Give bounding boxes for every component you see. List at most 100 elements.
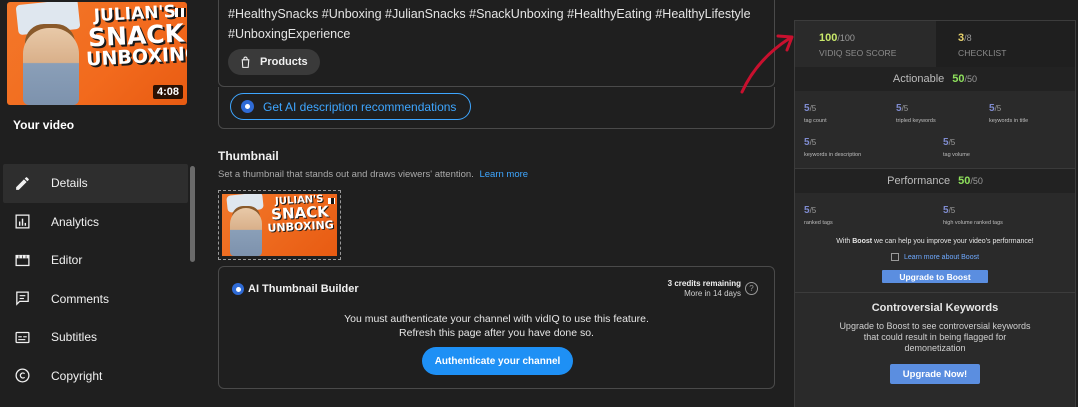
metric-label: keywords in description [804,152,862,158]
actionable-metrics: 5/5 tag count 5/5 tripled keywords 5/5 k… [795,91,1075,169]
actionable-label: Actionable [892,73,945,85]
metric-max: /5 [901,104,909,113]
metric-max: /5 [948,206,956,215]
metric-label: ranked tags [804,220,833,226]
checkered-flag-icon [175,8,186,17]
sidebar-item-subtitles[interactable]: Subtitles [0,318,188,357]
controversial-keywords-desc: Upgrade to Boost to see controversial ke… [839,321,1031,353]
metric-max: /5 [948,138,956,147]
metric-high-volume-ranked-tags: 5/5 high volume ranked tags [943,205,1003,226]
kid-image [230,208,262,256]
credits-refresh: More in 14 days [684,289,741,298]
duration-badge: 4:08 [152,85,183,99]
sidebar-item-label: Analytics [51,214,100,229]
credits-remaining: 3 credits remaining [667,279,741,288]
your-video-label: Your video [13,118,75,132]
learn-boost-link[interactable]: Learn more about Boost [795,253,1075,261]
products-label: Products [260,56,308,68]
tab-label: VIDIQ SEO SCORE [819,48,897,58]
description-box[interactable]: #HealthySnacks #Unboxing #JulianSnacks #… [218,0,775,87]
shopping-bag-icon [241,56,250,68]
learn-more-link[interactable]: Learn more [479,169,528,180]
products-button[interactable]: Products [228,49,320,75]
builder-title-text: AI Thumbnail Builder [248,283,359,295]
subtitles-icon [13,328,31,346]
sidebar-item-label: Comments [51,291,110,306]
description-hashtags[interactable]: #HealthySnacks #Unboxing #JulianSnacks #… [228,5,758,44]
checklist-value: 3/8 [958,32,1075,44]
ai-description-button[interactable]: Get AI description recommendations [230,93,472,120]
editor-icon [13,251,31,269]
thumbnail-image: JULIAN'S SNACK UNBOXING [222,194,337,256]
hashtags-line: #UnboxingExperience [228,26,351,41]
upgrade-to-boost-button[interactable]: Upgrade to Boost [882,270,988,283]
sidebar-item-comments[interactable]: Comments [0,280,188,319]
auth-message: You must authenticate your channel with … [219,312,774,340]
sidebar: JULIAN'S SNACK UNBOXING 4:08 Your video … [0,0,200,407]
thumbnail-title: JULIAN'S SNACK UNBOXING [265,194,335,235]
kid-image [23,28,79,105]
auth-message-line: You must authenticate your channel with … [344,313,649,325]
metric-max: /5 [994,104,1002,113]
boost-info: With Boost we can help you improve your … [795,238,1075,245]
metric-tag-count: 5/5 tag count [804,103,827,124]
ai-thumbnail-builder: AI Thumbnail Builder 3 credits remaining… [218,266,775,389]
thumbnail-title-line: UNBOXING [267,218,335,235]
performance-metrics: 5/5 ranked tags 5/5 high volume ranked t… [795,193,1075,227]
metric-tag-volume: 5/5 tag volume [943,137,970,158]
external-link-icon [890,253,899,261]
help-icon[interactable]: ? [745,282,758,295]
auth-message-line: Refresh this page after you have done so… [399,327,594,339]
performance-score-max: /50 [970,176,983,186]
actionable-header: Actionable 50/50 [795,67,1075,91]
selected-thumbnail[interactable]: JULIAN'S SNACK UNBOXING [218,190,341,260]
vidiq-tabs: 100/100 VIDIQ SEO SCORE 3/8 CHECKLIST [795,21,1075,67]
metric-label: tag volume [943,152,970,158]
video-thumbnail[interactable]: JULIAN'S SNACK UNBOXING 4:08 [7,2,187,105]
boost-info-bold: Boost [852,238,873,245]
sidebar-item-copyright[interactable]: Copyright [0,357,188,396]
sidebar-scrollbar[interactable] [190,166,195,262]
divider [795,292,1075,293]
seo-score-value: 100/100 [819,32,936,44]
sidebar-item-editor[interactable]: Editor [0,241,188,280]
vidiq-panel: 100/100 VIDIQ SEO SCORE 3/8 CHECKLIST Ac… [794,20,1076,407]
metric-label: tag count [804,118,827,124]
red-arrow-annotation [740,34,794,94]
metric-label: tripled keywords [896,118,936,124]
hashtags-line: #HealthySnacks #Unboxing #JulianSnacks #… [228,7,751,21]
ai-description-box: Get AI description recommendations [218,87,775,129]
metric-tripled-keywords: 5/5 tripled keywords [896,103,936,124]
pencil-icon [13,174,31,192]
metric-keywords-in-title: 5/5 keywords in title [989,103,1028,124]
metric-label: keywords in title [989,118,1029,124]
actionable-score-number: 50 [952,73,965,85]
authenticate-channel-button[interactable]: Authenticate your channel [422,347,573,375]
boost-info-text: With [836,238,853,245]
vidiq-icon [232,283,244,295]
upgrade-now-button[interactable]: Upgrade Now! [890,364,980,384]
metric-max: /5 [809,104,817,113]
tab-checklist[interactable]: 3/8 CHECKLIST [936,21,1075,67]
tab-label: CHECKLIST [958,48,1007,58]
tab-seo-score[interactable]: 100/100 VIDIQ SEO SCORE [795,21,936,67]
thumbnail-subtitle: Set a thumbnail that stands out and draw… [218,169,528,180]
sidebar-item-details[interactable]: Details [3,164,188,203]
checklist-max: /8 [964,33,972,43]
performance-header: Performance 50/50 [795,169,1075,193]
sidebar-item-analytics[interactable]: Analytics [0,203,188,242]
sidebar-nav: Details Analytics Editor Comments Subtit… [0,164,188,395]
metric-max: /5 [809,206,817,215]
boost-info-text: we can help you improve your video's per… [872,238,1034,245]
ai-description-label: Get AI description recommendations [263,99,457,114]
credits-info: 3 credits remaining More in 14 days [668,279,741,299]
metric-label: high volume ranked tags [943,220,1003,226]
sidebar-item-label: Editor [51,253,83,268]
seo-score-max: /100 [837,33,855,43]
metric-max: /5 [809,138,817,147]
learn-boost-label: Learn more about Boost [903,253,980,261]
seo-score-number: 100 [819,32,838,44]
builder-title: AI Thumbnail Builder [232,283,359,295]
analytics-icon [13,213,31,231]
performance-label: Performance [887,175,951,187]
